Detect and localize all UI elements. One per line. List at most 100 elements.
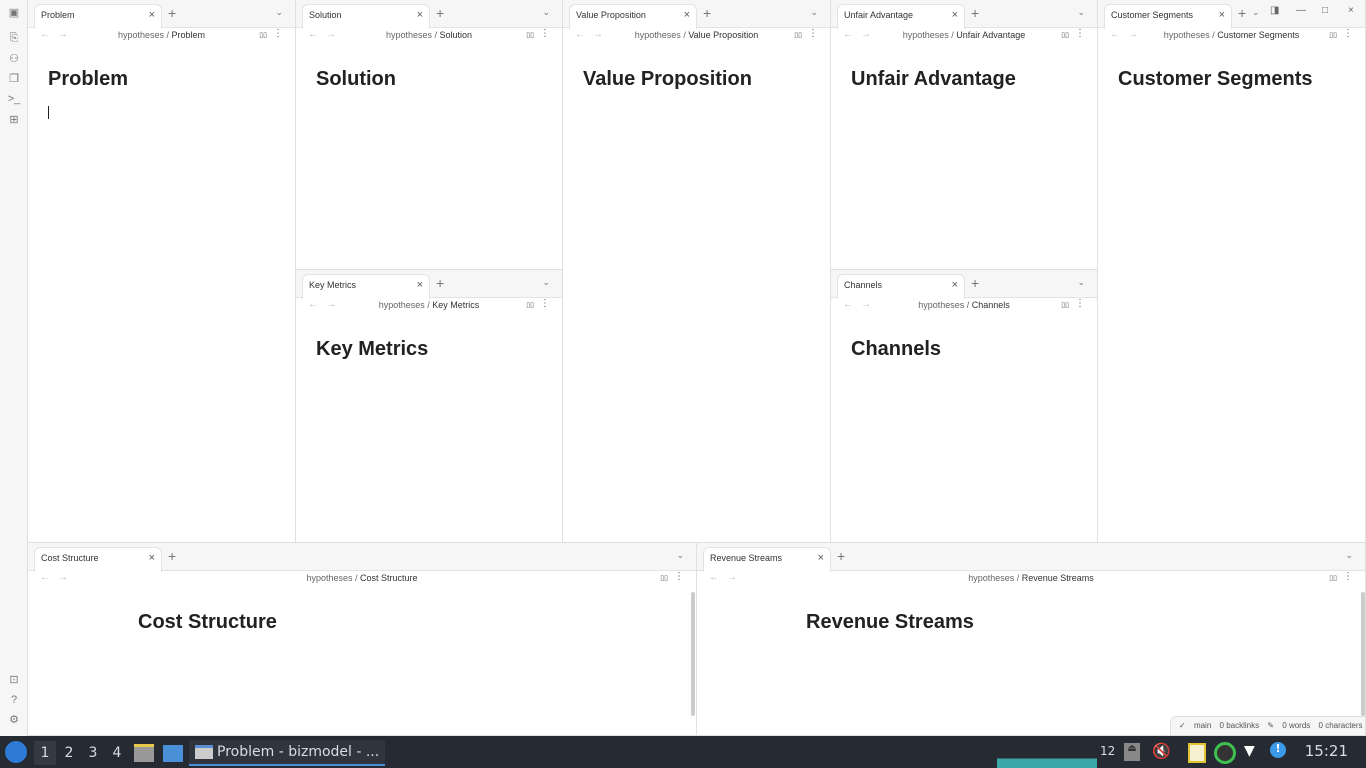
plus-icon[interactable]: + [703,5,711,21]
more-vertical-icon[interactable]: ⋮ [1343,571,1353,582]
wifi-icon[interactable]: ▼ [1244,743,1255,759]
book-icon[interactable]: ▯▯ [259,31,267,39]
chevron-down-icon[interactable]: ⌄ [810,7,818,18]
tab-cost-structure[interactable]: Cost Structure × [34,547,162,572]
scrollbar[interactable] [1361,592,1365,716]
chevron-down-icon[interactable]: ⌄ [1345,550,1353,561]
more-vertical-icon[interactable]: ⋮ [1343,28,1353,39]
breadcrumb-file[interactable]: Channels [972,300,1010,310]
note-title[interactable]: Customer Segments [1118,68,1313,91]
close-icon[interactable]: × [149,548,155,569]
notification-icon[interactable]: ! [1270,742,1286,758]
note-title[interactable]: Key Metrics [316,338,428,361]
scrollbar[interactable] [691,592,695,716]
tab-customer-segments[interactable]: Customer Segments × [1104,4,1232,29]
more-vertical-icon[interactable]: ⋮ [540,298,550,309]
more-vertical-icon[interactable]: ⋮ [273,28,283,39]
book-icon[interactable]: ▯▯ [1061,31,1069,39]
note-title[interactable]: Channels [851,338,941,361]
tab-problem[interactable]: Problem × [34,4,162,29]
close-icon[interactable]: × [952,5,958,26]
breadcrumb-folder[interactable]: hypotheses [306,573,352,583]
sidebar-right-icon[interactable]: ◨ [1270,5,1279,16]
breadcrumb-file[interactable]: Value Proposition [688,30,758,40]
git-branch[interactable]: main [1194,721,1211,730]
clipboard-icon[interactable] [1188,743,1206,763]
breadcrumb-folder[interactable]: hypotheses [635,30,681,40]
chevron-down-icon[interactable]: ⌄ [542,277,550,288]
breadcrumb-file[interactable]: Cost Structure [360,573,418,583]
backlinks-count[interactable]: 0 backlinks [1220,721,1260,730]
book-icon[interactable]: ▯▯ [526,301,534,309]
plus-icon[interactable]: + [971,5,979,21]
taskbar-window-button[interactable]: Problem - bizmodel - ... [189,740,385,766]
book-icon[interactable]: ▯▯ [660,574,668,582]
window-close-icon[interactable]: × [1348,5,1354,16]
breadcrumb-folder[interactable]: hypotheses [968,573,1014,583]
terminal-icon[interactable]: >_ [7,92,21,106]
plus-icon[interactable]: + [168,548,176,564]
note-title[interactable]: Unfair Advantage [851,68,1016,91]
workspace-1[interactable]: 1 [34,741,56,765]
chevron-down-icon[interactable]: ⌄ [275,7,283,18]
vault-icon[interactable]: ⊡ [7,673,21,687]
plus-icon[interactable]: + [436,275,444,291]
close-icon[interactable]: × [149,5,155,26]
update-icon[interactable] [1214,742,1236,764]
breadcrumb-file[interactable]: Customer Segments [1217,30,1299,40]
eject-icon[interactable]: ⏏ [1124,743,1140,761]
breadcrumb-folder[interactable]: hypotheses [903,30,949,40]
close-icon[interactable]: × [417,5,423,26]
more-vertical-icon[interactable]: ⋮ [674,571,684,582]
breadcrumb-folder[interactable]: hypotheses [386,30,432,40]
maximize-icon[interactable]: □ [1322,5,1328,16]
tab-unfair-advantage[interactable]: Unfair Advantage × [837,4,965,29]
note-title[interactable]: Solution [316,68,396,91]
close-icon[interactable]: × [1219,5,1225,26]
chevron-down-icon[interactable]: ⌄ [676,550,684,561]
plus-icon[interactable]: + [837,548,845,564]
close-icon[interactable]: × [818,548,824,569]
breadcrumb-folder[interactable]: hypotheses [1164,30,1210,40]
breadcrumb-file[interactable]: Revenue Streams [1022,573,1094,583]
chevron-down-icon[interactable]: ⌄ [1077,277,1085,288]
chevron-down-icon[interactable]: ⌄ [1252,7,1260,18]
minimize-icon[interactable]: — [1296,5,1306,16]
plus-icon[interactable]: + [436,5,444,21]
note-title[interactable]: Value Proposition [583,68,752,91]
book-icon[interactable]: ▯▯ [1329,31,1337,39]
chevron-down-icon[interactable]: ⌄ [542,7,550,18]
desktop-icon[interactable] [163,745,183,762]
book-icon[interactable]: ▯▯ [794,31,802,39]
tab-channels[interactable]: Channels × [837,274,965,299]
note-title[interactable]: Problem [48,68,128,91]
sidebar-toggle-icon[interactable]: ▣ [7,6,21,20]
template-icon[interactable]: ⊞ [7,113,21,127]
plus-icon[interactable]: + [971,275,979,291]
close-icon[interactable]: × [417,275,423,296]
more-vertical-icon[interactable]: ⋮ [808,28,818,39]
plus-icon[interactable]: + [168,5,176,21]
breadcrumb-folder[interactable]: hypotheses [118,30,164,40]
close-icon[interactable]: × [684,5,690,26]
file-manager-icon[interactable] [134,744,154,762]
tab-solution[interactable]: Solution × [302,4,430,29]
book-icon[interactable]: ▯▯ [1329,574,1337,582]
tab-revenue-streams[interactable]: Revenue Streams × [703,547,831,572]
plus-icon[interactable]: + [1238,5,1246,21]
breadcrumb-file[interactable]: Solution [440,30,473,40]
settings-icon[interactable]: ⚙ [7,713,21,727]
more-vertical-icon[interactable]: ⋮ [1075,28,1085,39]
breadcrumb-file[interactable]: Problem [172,30,206,40]
workspace-3[interactable]: 3 [82,741,104,765]
more-vertical-icon[interactable]: ⋮ [540,28,550,39]
chevron-down-icon[interactable]: ⌄ [1077,7,1085,18]
book-icon[interactable]: ▯▯ [526,31,534,39]
tab-value-proposition[interactable]: Value Proposition × [569,4,697,29]
workspace-4[interactable]: 4 [106,741,128,765]
breadcrumb-file[interactable]: Unfair Advantage [956,30,1025,40]
volume-muted-icon[interactable]: 🔇 [1152,742,1171,760]
breadcrumb-folder[interactable]: hypotheses [918,300,964,310]
book-icon[interactable]: ▯▯ [1061,301,1069,309]
open-file-icon[interactable]: ⎘ [7,31,21,45]
